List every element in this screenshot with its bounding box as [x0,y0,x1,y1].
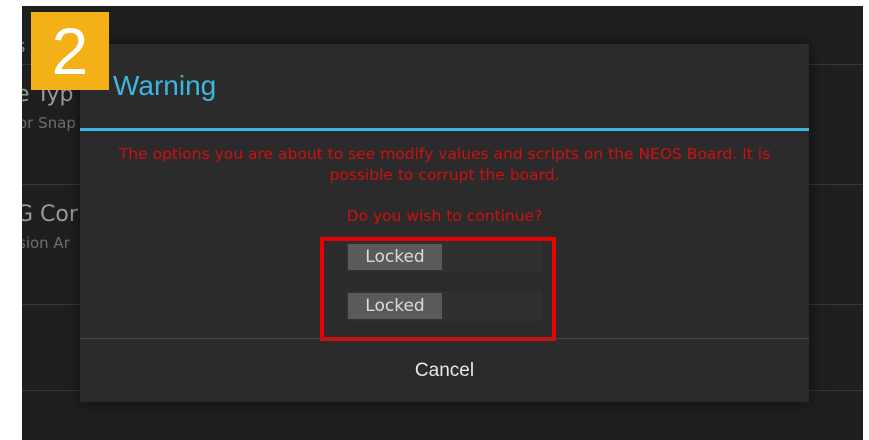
background-item-title[interactable]: G Cor [22,202,78,227]
warning-message: The options you are about to see modify … [118,145,771,184]
cancel-button[interactable]: Cancel [80,339,809,402]
continue-question: Do you wish to continue? [346,207,543,225]
background-item-subtitle: or Snap [22,114,76,132]
background-section-header: s [22,36,25,57]
dialog-title: Warning [113,70,217,101]
warning-dialog: Warning The options you are about to see… [80,44,809,402]
title-divider [80,128,809,131]
background-item-subtitle: sion Ar [22,234,70,252]
highlight-box [320,237,556,341]
step-number-badge: 2 [31,12,109,90]
